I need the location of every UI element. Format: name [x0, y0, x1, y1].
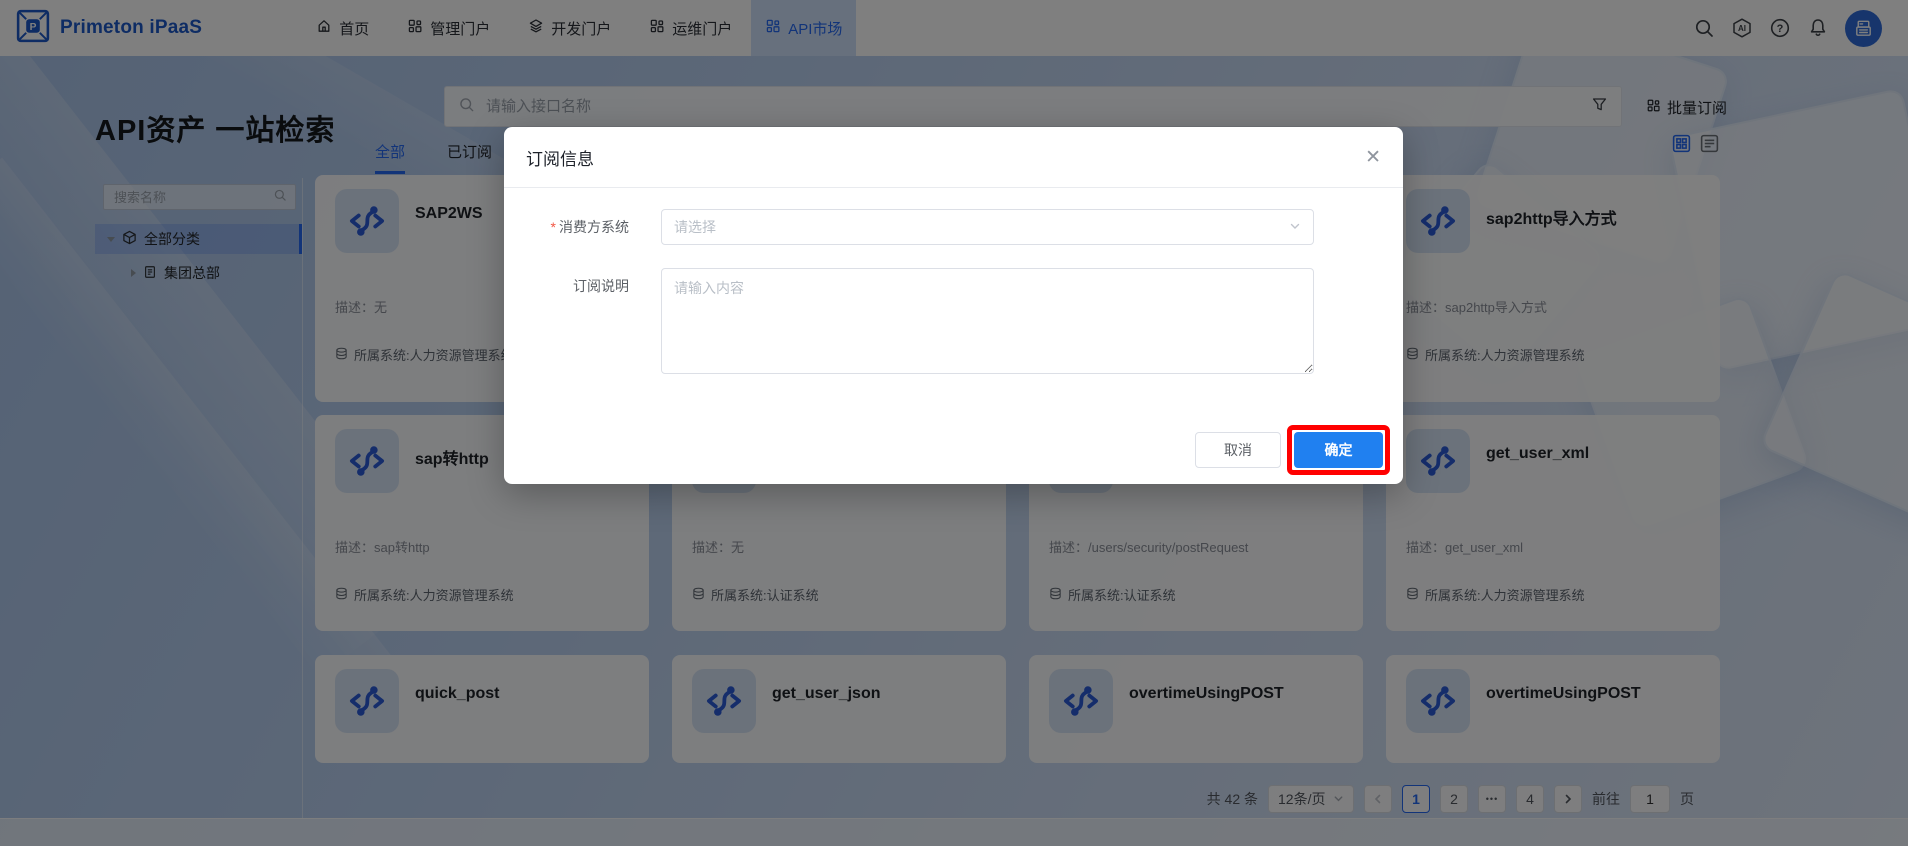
required-asterisk: * — [551, 219, 556, 235]
subscription-modal: 订阅信息 ✕ *消费方系统 请选择 订阅说明 取消 确定 — [504, 127, 1403, 484]
chevron-down-icon — [1289, 219, 1301, 235]
cancel-button[interactable]: 取消 — [1195, 432, 1281, 468]
modal-title: 订阅信息 — [526, 145, 594, 170]
subscription-note-label: 订阅说明 — [504, 268, 629, 304]
close-icon[interactable]: ✕ — [1365, 148, 1381, 167]
consumer-system-select[interactable]: 请选择 — [661, 209, 1314, 245]
modal-header: 订阅信息 ✕ — [504, 127, 1403, 188]
confirm-button[interactable]: 确定 — [1294, 432, 1383, 468]
field-label-text: 消费方系统 — [559, 219, 629, 235]
subscription-note-textarea[interactable] — [661, 268, 1314, 374]
select-placeholder: 请选择 — [674, 217, 716, 237]
consumer-system-label: *消费方系统 — [504, 209, 629, 245]
field-label-text: 订阅说明 — [573, 278, 629, 294]
app-root: P Primeton iPaaS 首页 管理门户 开发门户 运维门户 — [0, 0, 1908, 846]
